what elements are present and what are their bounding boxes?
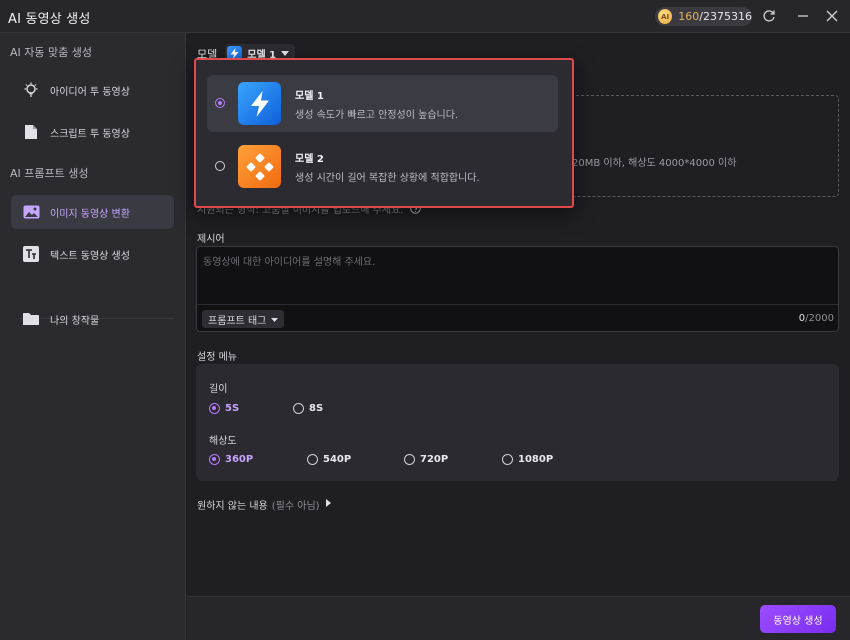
sidebar-item-text-to-video[interactable]: 텍스트 동영상 생성 [11,237,174,271]
radio-unselected [307,454,318,465]
radio-unselected [502,454,513,465]
sidebar-item-my-creations[interactable]: 나의 창작물 [11,302,174,336]
settings-panel: 길이 5S 8S 해상도 360P 540P 720P 1080P [196,364,839,481]
resolution-option-label: 720P [420,454,449,465]
sidebar-item-label: 이미지 동영상 변환 [50,208,130,220]
model-dropdown-menu: 모델 1 생성 속도가 빠르고 안정성이 높습니다. 모델 2 생성 시간이 길… [194,58,574,208]
model-option-1[interactable]: 모델 1 생성 속도가 빠르고 안정성이 높습니다. [207,75,558,132]
generate-video-button[interactable]: 동영상 생성 [760,605,836,633]
text-icon [22,245,40,263]
model-option-title: 모델 1 [295,91,324,102]
resolution-option-label: 540P [323,454,352,465]
length-label: 길이 [209,384,228,395]
document-icon [22,123,40,141]
lightning-icon [238,82,281,125]
sidebar-item-idea-to-video[interactable]: 아이디어 투 동영상 [11,73,174,107]
model-option-title: 모델 2 [295,154,324,165]
prompt-tag-label: 프롬프트 태그 [208,315,267,327]
prompt-placeholder: 동영상에 대한 아이디어를 설명해 주세요. [203,257,376,268]
negative-label: 원하지 않는 내용 [197,501,268,512]
credits-used: 160 [678,10,700,23]
negative-optional: (필수 아님) [271,501,320,512]
footer-bar: 동영상 생성 [187,596,850,640]
resolution-label: 해상도 [209,436,237,447]
length-option-8s[interactable]: 8S [293,403,323,414]
model-option-desc: 생성 시간이 길어 복잡한 상황에 적합합니다. [295,173,480,184]
credits-value: 160/2375316 [678,10,752,23]
coin-icon: AI [658,9,673,24]
credits-total: /2375316 [699,10,752,23]
sidebar: AI 자동 맞춤 생성 아이디어 투 동영상 스크립트 투 동영상 AI 프롬프… [0,33,186,640]
image-icon [22,203,40,221]
negative-prompt-toggle[interactable]: 원하지 않는 내용 (필수 아님) [197,497,331,512]
refresh-icon[interactable] [760,7,778,25]
chevron-right-icon [325,499,331,510]
model-option-2[interactable]: 모델 2 생성 시간이 길어 복잡한 상황에 적합합니다. [207,138,558,195]
diamond-cluster-icon [238,145,281,188]
close-icon[interactable] [823,7,841,25]
prompt-tag-button[interactable]: 프롬프트 태그 [202,310,285,328]
upload-hint: 20MB 이하, 해상도 4000*4000 이하 [572,158,737,169]
settings-label: 설정 메뉴 [197,352,237,363]
app-title: AI 동영상 생성 [8,12,91,27]
radio-unselected [404,454,415,465]
char-counter: 0/2000 [799,313,834,324]
radio-selected [209,454,220,465]
sidebar-item-label: 텍스트 동영상 생성 [50,250,130,262]
minimize-icon[interactable] [794,7,812,25]
radio-selected [209,403,220,414]
resolution-option-label: 1080P [518,454,554,465]
resolution-option-540p[interactable]: 540P [307,454,351,465]
sidebar-item-script-to-video[interactable]: 스크립트 투 동영상 [11,115,174,149]
sidebar-item-label: 아이디어 투 동영상 [50,86,130,98]
lightbulb-icon [22,81,40,99]
sidebar-section-auto: AI 자동 맞춤 생성 [10,46,92,59]
folder-icon [22,310,40,328]
title-bar: AI 동영상 생성 AI 160/2375316 [0,0,850,33]
chevron-down-icon [271,314,279,325]
radio-selected [215,98,225,108]
sidebar-item-image-to-video[interactable]: 이미지 동영상 변환 [11,195,174,229]
resolution-option-1080p[interactable]: 1080P [502,454,553,465]
model-option-desc: 생성 속도가 빠르고 안정성이 높습니다. [295,110,459,121]
sidebar-item-label: 스크립트 투 동영상 [50,128,130,140]
prompt-input[interactable]: 동영상에 대한 아이디어를 설명해 주세요. 프롬프트 태그 0/2000 [196,246,839,332]
resolution-option-720p[interactable]: 720P [404,454,448,465]
char-count-max: /2000 [805,313,834,324]
sidebar-item-label: 나의 창작물 [50,315,100,327]
sidebar-section-prompt: AI 프롬프트 생성 [10,167,89,180]
radio-unselected [293,403,304,414]
length-option-label: 5S [225,403,240,414]
length-option-5s[interactable]: 5S [209,403,239,414]
radio-unselected [215,161,225,171]
resolution-option-label: 360P [225,454,254,465]
credits-badge[interactable]: AI 160/2375316 [655,7,752,26]
prompt-footer: 프롬프트 태그 0/2000 [197,304,838,332]
length-option-label: 8S [309,403,324,414]
resolution-option-360p[interactable]: 360P [209,454,253,465]
prompt-label: 제시어 [197,234,225,245]
